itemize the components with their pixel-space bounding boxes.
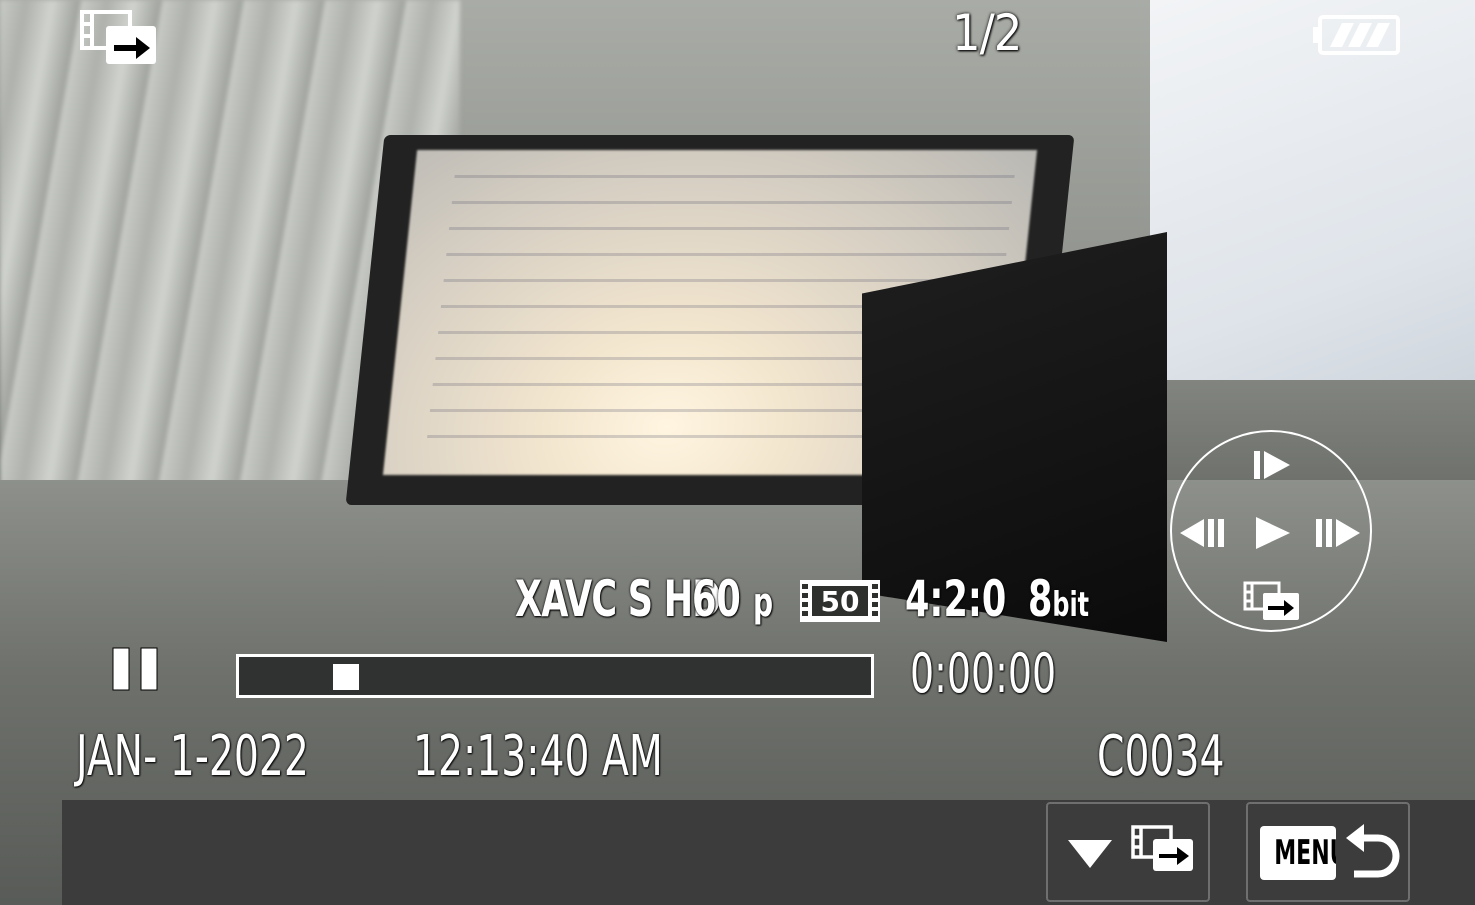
return-arrow-icon	[1346, 824, 1400, 878]
triangle-down-icon	[1068, 840, 1112, 868]
bitrate-icon: 50	[800, 580, 880, 622]
frame-rate: 60 p	[692, 570, 774, 628]
photo-wall	[1150, 0, 1475, 380]
recording-date: JAN- 1-2022	[76, 724, 309, 789]
pause-icon[interactable]	[111, 646, 161, 692]
progress-fill	[239, 657, 346, 695]
camera-playback-screen: 1/2 XAVC S HD 60 p 50 4:2:0 8bit 0:00:00…	[0, 0, 1475, 905]
image-counter: 1/2	[952, 4, 1022, 62]
chroma-subsampling: 4:2:0	[905, 570, 1007, 628]
video-playback-icon[interactable]	[1242, 580, 1302, 622]
select-playback-button[interactable]	[1046, 802, 1210, 902]
bit-depth: 8bit	[1028, 570, 1090, 628]
frame-forward-icon[interactable]	[1312, 516, 1364, 550]
menu-label: MENU	[1260, 826, 1336, 880]
bitrate-value: 50	[821, 585, 860, 618]
control-dial	[1170, 430, 1372, 632]
battery-full-icon	[1313, 15, 1400, 55]
play-icon[interactable]	[1250, 514, 1294, 552]
recording-time: 12:13:40 AM	[413, 724, 663, 789]
file-number: C0034	[1097, 724, 1225, 789]
video-playback-icon	[80, 10, 156, 64]
timecode: 0:00:00	[910, 642, 1057, 705]
playback-progress-bar[interactable]	[236, 654, 874, 698]
video-playback-icon	[1131, 825, 1193, 871]
slow-play-icon[interactable]	[1250, 448, 1294, 482]
progress-knob[interactable]	[333, 664, 360, 690]
menu-return-button[interactable]: MENU	[1246, 802, 1410, 902]
frame-back-icon[interactable]	[1178, 516, 1230, 550]
